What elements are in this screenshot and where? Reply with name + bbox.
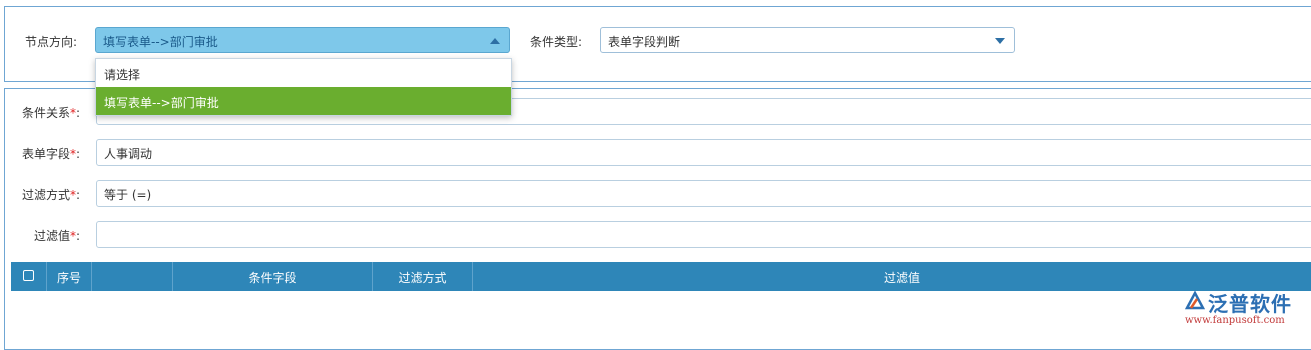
form-field-label: 表单字段*: [22,147,81,161]
col-blank [92,262,173,291]
logo-mark-icon [1184,290,1206,310]
fanpusoft-logo: 泛普软件 www.fanpusoft.com [1182,288,1307,332]
condition-panel [4,88,1311,350]
col-index: 序号 [47,262,92,291]
col-filter-mode: 过滤方式 [373,262,473,291]
col-condition-field: 条件字段 [173,262,373,291]
direction-select[interactable]: 填写表单-->部门审批 [95,27,510,53]
form-field-value: 人事调动 [104,147,153,161]
direction-select-value: 填写表单-->部门审批 [103,35,218,49]
direction-label: 节点方向: [25,35,78,49]
filter-value-input[interactable] [96,221,1311,248]
dropdown-option-please-select[interactable]: 请选择 [96,59,511,87]
condition-type-select[interactable]: 表单字段判断 [600,27,1015,53]
relation-label: 条件关系*: [22,106,81,120]
condition-table-header: 序号 条件字段 过滤方式 过滤值 [11,262,1311,291]
filter-mode-input[interactable]: 等于 (=) [96,180,1311,207]
col-filter-value: 过滤值 [883,271,920,285]
caret-down-icon [995,38,1005,44]
logo-name: 泛普软件 [1208,292,1292,316]
filter-mode-label: 过滤方式*: [22,188,81,202]
filter-value-label: 过滤值*: [34,229,81,243]
header-checkbox-cell [11,262,47,291]
condition-type-value: 表单字段判断 [608,35,681,49]
direction-dropdown-list: 请选择 填写表单-->部门审批 [95,58,512,116]
caret-up-icon [490,38,500,44]
form-field-input[interactable]: 人事调动 [96,139,1311,166]
select-all-checkbox[interactable] [23,270,34,281]
logo-url: www.fanpusoft.com [1185,315,1285,326]
dropdown-option-fill-form-to-dept[interactable]: 填写表单-->部门审批 [96,87,511,115]
condition-type-label: 条件类型: [530,35,583,49]
filter-mode-value: 等于 (=) [104,188,152,202]
